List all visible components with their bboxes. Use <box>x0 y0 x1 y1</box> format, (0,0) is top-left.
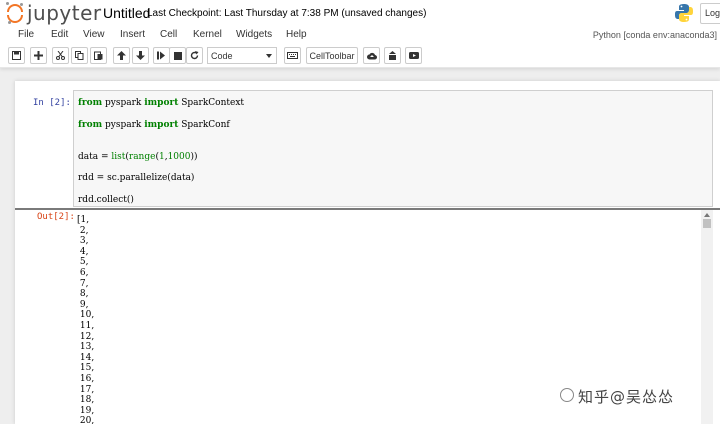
code-line-5: rdd.collect() <box>78 195 134 205</box>
output-line: 20, <box>77 416 95 424</box>
upload-icon <box>366 52 377 60</box>
checkpoint-status: Last Checkpoint: Last Thursday at 7:38 P… <box>147 8 427 19</box>
copy-icon <box>75 51 84 60</box>
upload-button[interactable] <box>363 47 380 64</box>
watermark: 知乎@吴怂怂 <box>560 384 720 408</box>
cell-type-select[interactable]: Code <box>207 47 277 64</box>
output-line: 10, <box>77 310 95 321</box>
menu-file[interactable]: File <box>18 29 34 40</box>
output-line: 13, <box>77 342 95 353</box>
publish-icon <box>389 51 396 60</box>
output-line: 5, <box>77 257 89 268</box>
menu-cell[interactable]: Cell <box>160 29 177 40</box>
output-line: 11, <box>77 321 95 331</box>
output-line: 19, <box>77 405 95 416</box>
output-line: 14, <box>77 352 95 363</box>
move-up-button[interactable] <box>113 47 130 64</box>
output-line: 17, <box>77 384 95 395</box>
output-line: 18, <box>77 395 95 406</box>
cut-button[interactable] <box>52 47 69 64</box>
scrollbar-thumb[interactable] <box>703 219 711 228</box>
input-prompt: In [2]: <box>33 98 71 108</box>
celltoolbar-button[interactable]: CellToolbar <box>306 47 358 64</box>
header-top-row: jupyter Untitled Last Checkpoint: Last T… <box>0 0 720 26</box>
chevron-down-icon <box>266 54 272 58</box>
save-button[interactable] <box>8 47 25 64</box>
arrow-down-icon <box>136 51 145 60</box>
scroll-up-arrow-icon[interactable] <box>704 213 710 217</box>
watermark-text: 知乎@吴怂怂 <box>578 388 675 406</box>
menu-insert[interactable]: Insert <box>120 29 145 40</box>
copy-button[interactable] <box>71 47 88 64</box>
menu-widgets[interactable]: Widgets <box>236 29 272 40</box>
stop-icon <box>173 51 182 60</box>
output-prompt: Out[2]: <box>37 212 75 222</box>
main-toolbar: Code CellToolbar <box>0 47 720 65</box>
arrow-up-icon <box>117 51 126 60</box>
jupyter-logo[interactable]: jupyter <box>6 2 102 24</box>
paste-icon <box>94 51 103 60</box>
output-line: 7, <box>77 278 89 289</box>
jupyter-wordmark: jupyter <box>27 1 102 25</box>
keyboard-icon <box>287 52 298 59</box>
zhihu-logo-icon <box>560 388 574 402</box>
notebook-header: jupyter Untitled Last Checkpoint: Last T… <box>0 0 720 68</box>
menu-kernel[interactable]: Kernel <box>193 29 222 40</box>
restart-icon <box>190 51 199 60</box>
notebook-container: In [2]: from pyspark import SparkContext… <box>15 81 720 424</box>
presentation-button[interactable] <box>405 47 422 64</box>
output-line: 9, <box>77 299 89 310</box>
code-line-1: from pyspark import SparkContext <box>78 98 245 108</box>
output-line: 8, <box>77 289 89 300</box>
code-line-4: rdd = sc.parallelize(data) <box>78 173 195 183</box>
cell-type-value: Code <box>211 51 233 61</box>
save-icon <box>12 51 21 60</box>
code-cell-input[interactable]: from pyspark import SparkContext from py… <box>73 90 713 207</box>
command-palette-button[interactable] <box>284 47 301 64</box>
output-line: 2, <box>77 225 89 236</box>
video-icon <box>408 52 419 59</box>
menu-help[interactable]: Help <box>286 29 307 40</box>
output-line: [1, <box>77 215 90 225</box>
cut-icon <box>56 51 65 60</box>
output-line: 12, <box>77 331 95 342</box>
paste-button[interactable] <box>90 47 107 64</box>
run-cell-button[interactable] <box>153 47 170 64</box>
interrupt-kernel-button[interactable] <box>169 47 186 64</box>
output-separator <box>15 208 720 210</box>
output-line: 16, <box>77 374 95 384</box>
logout-button[interactable]: Logo <box>700 3 720 24</box>
menu-edit[interactable]: Edit <box>51 29 68 40</box>
kernel-indicator[interactable]: Python [conda env:anaconda3] <box>593 30 717 40</box>
publish-button[interactable] <box>384 47 401 64</box>
code-line-3: data = list(range(1,1000)) <box>78 152 198 162</box>
output-line: 15, <box>77 363 95 374</box>
python-logo-icon <box>675 4 693 22</box>
plus-icon <box>34 51 43 60</box>
code-line-2: from pyspark import SparkConf <box>78 120 230 130</box>
move-down-button[interactable] <box>132 47 149 64</box>
insert-cell-button[interactable] <box>30 47 47 64</box>
output-line: 3, <box>77 236 89 247</box>
step-forward-icon <box>157 51 165 60</box>
output-line: 4, <box>77 246 89 257</box>
restart-kernel-button[interactable] <box>186 47 203 64</box>
jupyter-logo-icon <box>6 2 24 24</box>
output-line: 6, <box>77 268 89 278</box>
menu-view[interactable]: View <box>83 29 105 40</box>
notebook-name[interactable]: Untitled <box>103 5 150 21</box>
